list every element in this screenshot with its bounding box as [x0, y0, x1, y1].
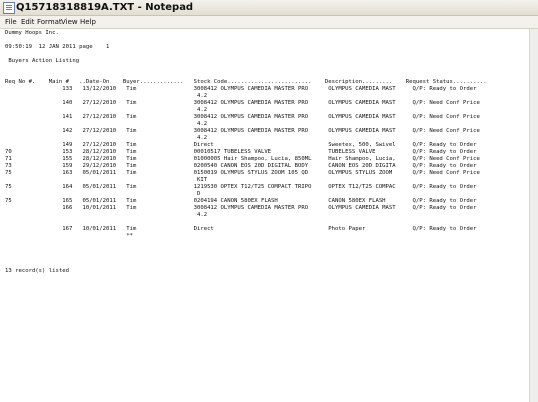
menu-bar: File Edit Format View Help — [0, 16, 538, 29]
menu-view[interactable]: View — [61, 16, 78, 28]
text-editor-area[interactable]: Dummy Hoops Inc. 09:50:19 12 JAN 2011 pag… — [0, 29, 538, 402]
text-line: 71 155 28/12/2010 Tim 01000005 Hair Sham… — [5, 156, 480, 162]
text-line: D — [5, 191, 201, 197]
text-line: 141 27/12/2010 Tim 3008412 OLYMPUS CAMED… — [5, 114, 480, 120]
text-line: Req No #. Main # ..Date-On Buyer........… — [5, 79, 487, 85]
text-line: 09:50:19 12 JAN 2011 page 1 — [5, 44, 110, 50]
text-line: 140 27/12/2010 Tim 3008412 OLYMPUS CAMED… — [5, 100, 480, 106]
text-line: 75 163 05/01/2011 Tim 0150019 OLYMPUS ST… — [5, 170, 480, 176]
window-title: Q15718318819A.TXT - Notepad — [16, 2, 194, 13]
text-line: 142 27/12/2010 Tim 3008412 OLYMPUS CAMED… — [5, 128, 480, 134]
text-line: KIT — [5, 177, 208, 183]
text-line: Buyers Action Listing — [5, 58, 80, 64]
text-line: 75 164 05/01/2011 Tim 1219530 OPTEX T12/… — [5, 184, 477, 190]
menu-file[interactable]: File — [5, 16, 17, 28]
text-line: 166 10/01/2011 Tim 3008412 OLYMPUS CAMED… — [5, 205, 477, 211]
text-line: 167 10/01/2011 Tim Direct Photo Paper Q/… — [5, 226, 477, 232]
menu-edit[interactable]: Edit — [21, 16, 35, 28]
text-line: 4.2 — [5, 135, 208, 141]
title-bar[interactable]: Q15718318819A.TXT - Notepad — [0, 0, 538, 16]
text-line: 70 153 28/12/2010 Tim 00010517 TUBELESS … — [5, 149, 477, 155]
vertical-scrollbar[interactable] — [529, 29, 538, 402]
text-line: 75 165 05/01/2011 Tim 0204194 CANON 580E… — [5, 198, 477, 204]
text-line: 4.2 — [5, 121, 208, 127]
text-line: Dummy Hoops Inc. — [5, 30, 59, 36]
text-line: 4.2 — [5, 107, 208, 113]
text-line: 133 13/12/2010 Tim 3008412 OLYMPUS CAMED… — [5, 86, 477, 92]
text-line: 4.2 — [5, 93, 208, 99]
menu-format[interactable]: Format — [37, 16, 62, 28]
menu-help[interactable]: Help — [80, 16, 96, 28]
notepad-window: Q15718318819A.TXT - Notepad File Edit Fo… — [0, 0, 538, 402]
text-line: 4.2 — [5, 212, 208, 218]
notepad-icon — [3, 2, 15, 14]
text-line: 73 159 29/12/2010 Tim 0200540 CANON EOS … — [5, 163, 477, 169]
text-line: ** — [5, 233, 133, 239]
text-line: 13 record(s) listed — [5, 268, 69, 274]
text-line: 149 27/12/2010 Tim Direct Sweetex, 500, … — [5, 142, 477, 148]
